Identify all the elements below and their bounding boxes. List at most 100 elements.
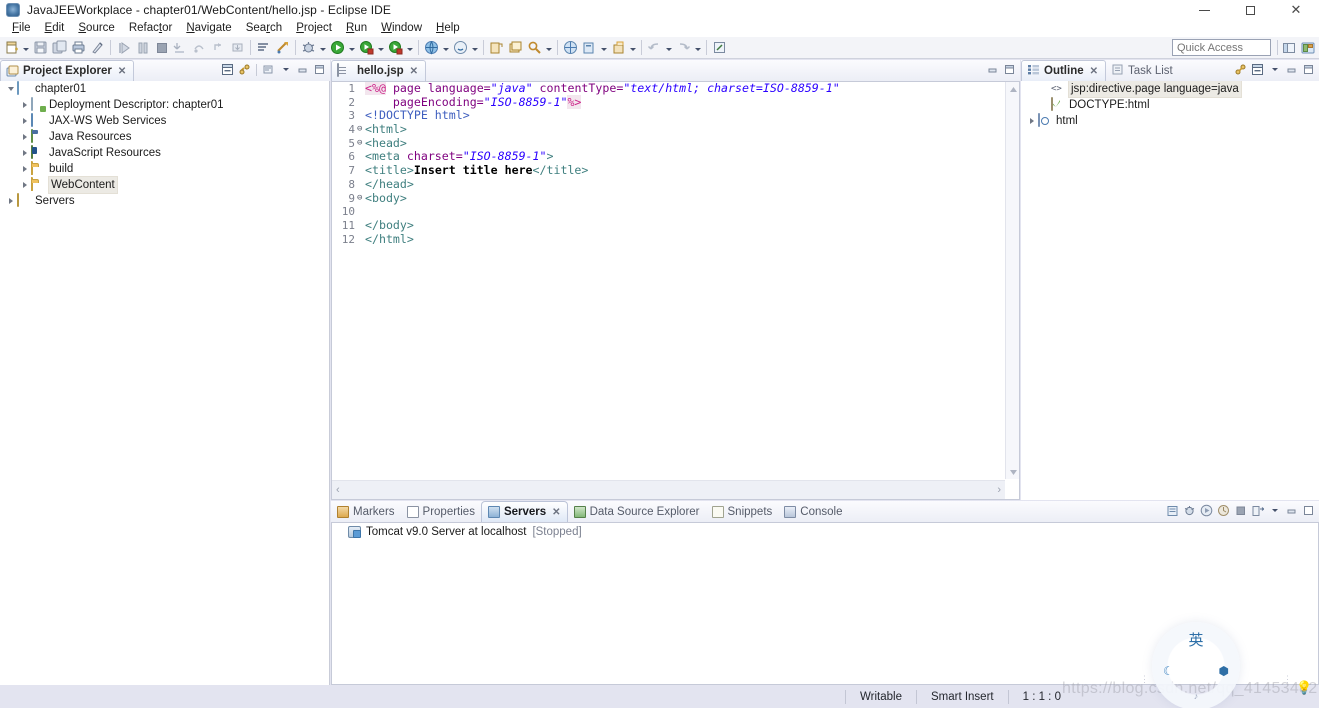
stop-server-icon[interactable] <box>1233 503 1248 518</box>
code-line[interactable]: 12 </html> <box>332 232 1005 247</box>
close-icon[interactable]: ✕ <box>552 507 560 518</box>
menu-search[interactable]: Search <box>239 20 289 37</box>
tab-data-source-explorer[interactable]: Data Source Explorer <box>568 501 706 522</box>
link-with-editor-icon[interactable] <box>1233 62 1248 77</box>
ime-moon-icon[interactable]: ☾ <box>1163 664 1174 678</box>
run-as-dropdown-icon[interactable] <box>376 38 386 57</box>
debug-icon[interactable] <box>299 38 318 57</box>
view-menu-icon[interactable] <box>1267 503 1282 518</box>
new-wizard-dropdown-icon[interactable] <box>21 38 31 57</box>
new-package-dropdown-icon[interactable] <box>628 38 638 57</box>
editor-vertical-scrollbar[interactable] <box>1005 82 1019 479</box>
scroll-left-icon[interactable]: ‹ <box>336 484 340 496</box>
debug-server-icon[interactable] <box>1182 503 1197 518</box>
menu-file[interactable]: File <box>5 20 38 37</box>
minimize-button[interactable] <box>1181 0 1227 20</box>
project-explorer-tree[interactable]: chapter01 Deployment Descriptor: chapter0… <box>0 81 330 685</box>
tab-outline[interactable]: Outline ✕ <box>1021 60 1107 81</box>
chevron-right-icon[interactable] <box>18 134 31 140</box>
open-perspective-icon[interactable] <box>1281 40 1297 56</box>
code-line[interactable]: 9 ⊖ <body> <box>332 191 1005 206</box>
minimize-icon[interactable] <box>1284 62 1299 77</box>
coverage-icon[interactable] <box>386 38 405 57</box>
new-jsp-dropdown-icon[interactable] <box>470 38 480 57</box>
code-line[interactable]: 1 <%@ page language="java" contentType="t… <box>332 82 1005 96</box>
publish-icon[interactable] <box>1250 503 1265 518</box>
fold-toggle-icon[interactable]: ⊖ <box>357 123 365 137</box>
scroll-right-icon[interactable]: › <box>997 484 1001 496</box>
tree-item[interactable]: Java Resources <box>0 129 329 145</box>
tree-item[interactable]: JAX-WS Web Services <box>0 113 329 129</box>
code-editor[interactable]: 1 <%@ page language="java" contentType="t… <box>332 82 1005 479</box>
server-list-item[interactable]: Tomcat v9.0 Server at localhost [Stopped] <box>332 523 1318 540</box>
external-tools-icon[interactable] <box>422 38 441 57</box>
new-jsp-icon[interactable] <box>451 38 470 57</box>
ime-indicator[interactable]: 英 ☾ ⬢ ♪ <box>1152 622 1240 708</box>
maximize-button[interactable] <box>1227 0 1273 20</box>
chevron-down-icon[interactable] <box>4 87 17 91</box>
chevron-right-icon[interactable] <box>18 118 31 124</box>
view-menu-icon[interactable] <box>1267 62 1282 77</box>
chevron-right-icon[interactable] <box>18 150 31 156</box>
collapse-all-icon[interactable] <box>220 62 235 77</box>
print-icon[interactable] <box>69 38 88 57</box>
code-line[interactable]: 10 <box>332 205 1005 219</box>
chevron-right-icon[interactable] <box>1025 118 1038 124</box>
maximize-icon[interactable] <box>312 62 327 77</box>
menu-edit[interactable]: Edit <box>38 20 72 37</box>
maximize-icon[interactable] <box>1301 503 1316 518</box>
minimize-icon[interactable] <box>295 62 310 77</box>
tab-properties[interactable]: Properties <box>401 501 481 522</box>
ime-bulb-icon[interactable]: 💡 <box>1296 680 1312 696</box>
close-icon[interactable]: ✕ <box>118 66 126 77</box>
close-icon[interactable]: ✕ <box>410 66 418 77</box>
tree-item[interactable]: Deployment Descriptor: chapter01 <box>0 97 329 113</box>
tab-task-list[interactable]: Task List <box>1106 60 1180 81</box>
tree-item[interactable]: build <box>0 161 329 177</box>
outline-tree[interactable]: <> jsp:directive.page language=java DOCTYP… <box>1021 81 1319 500</box>
step-return-icon[interactable] <box>209 38 228 57</box>
code-line[interactable]: 5 ⊖ <head> <box>332 136 1005 151</box>
close-button[interactable]: ✕ <box>1273 0 1319 20</box>
back-icon[interactable] <box>645 38 664 57</box>
suspend-icon[interactable] <box>133 38 152 57</box>
run-as-icon[interactable] <box>357 38 376 57</box>
quick-fix-icon[interactable] <box>88 38 107 57</box>
tree-item[interactable]: WebContent <box>0 176 329 194</box>
resume-icon[interactable] <box>114 38 133 57</box>
editor-horizontal-scrollbar[interactable]: ‹ › <box>332 480 1005 499</box>
new-class-dropdown-icon[interactable] <box>599 38 609 57</box>
debug-dropdown-icon[interactable] <box>318 38 328 57</box>
save-icon[interactable] <box>31 38 50 57</box>
fold-toggle-icon[interactable]: ⊖ <box>357 192 365 206</box>
skip-breakpoints-icon[interactable] <box>254 38 273 57</box>
close-icon[interactable]: ✕ <box>1090 66 1098 77</box>
menu-window[interactable]: Window <box>374 20 429 37</box>
view-menu-icon[interactable] <box>278 62 293 77</box>
code-line[interactable]: 7 <title>Insert title here</title> <box>332 163 1005 178</box>
external-tools-dropdown-icon[interactable] <box>441 38 451 57</box>
new-server-icon[interactable] <box>1165 503 1180 518</box>
open-type-icon[interactable] <box>506 38 525 57</box>
run-icon[interactable] <box>328 38 347 57</box>
save-all-icon[interactable] <box>50 38 69 57</box>
chevron-right-icon[interactable] <box>4 198 17 204</box>
next-annotation-icon[interactable] <box>273 38 292 57</box>
code-line[interactable]: 11 </body> <box>332 218 1005 233</box>
maximize-icon[interactable] <box>1002 62 1017 77</box>
tab-hello-jsp[interactable]: hello.jsp ✕ <box>331 60 427 81</box>
coverage-dropdown-icon[interactable] <box>405 38 415 57</box>
outline-item[interactable]: DOCTYPE:html <box>1021 97 1319 113</box>
tab-project-explorer[interactable]: Project Explorer ✕ <box>0 60 135 81</box>
chevron-right-icon[interactable] <box>18 102 31 108</box>
java-ee-perspective-icon[interactable] <box>1300 40 1316 56</box>
profile-server-icon[interactable] <box>1216 503 1231 518</box>
tab-snippets[interactable]: Snippets <box>706 501 779 522</box>
code-line[interactable]: 2 pageEncoding="ISO-8859-1"%> <box>332 94 1005 110</box>
menu-project[interactable]: Project <box>289 20 339 37</box>
step-over-icon[interactable] <box>190 38 209 57</box>
collapse-all-icon[interactable] <box>1250 62 1265 77</box>
minimize-icon[interactable] <box>1284 503 1299 518</box>
outline-item[interactable]: <> jsp:directive.page language=java <box>1021 81 1319 98</box>
scroll-down-icon[interactable] <box>1006 465 1019 479</box>
